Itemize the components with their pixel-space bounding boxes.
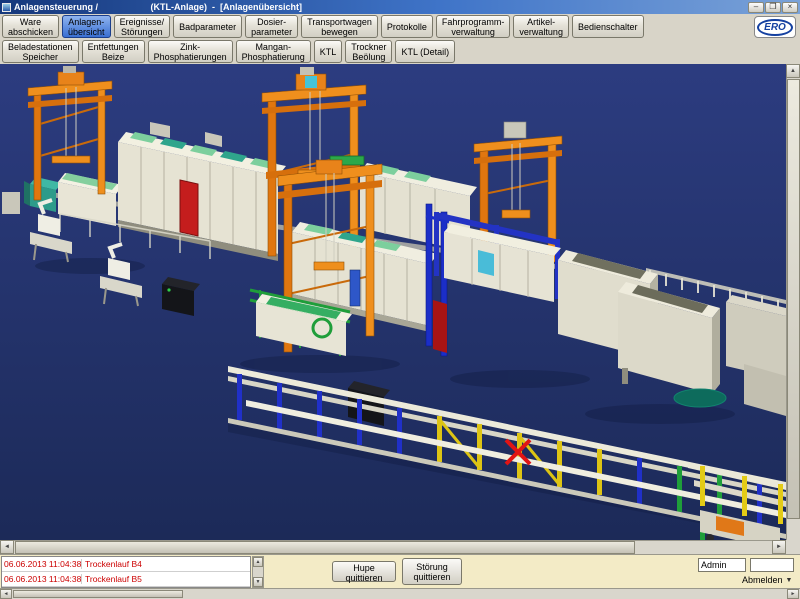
button-bedienschalter[interactable]: Bedienschalter (572, 15, 644, 38)
alarm-scroll-up-icon[interactable]: ▲ (253, 557, 263, 567)
window-scroll-left-icon[interactable]: ◄ (0, 589, 12, 599)
scrollbar-corner (786, 540, 800, 554)
logout-label: Abmelden (742, 575, 783, 585)
scene-horizontal-scrollbar[interactable]: ◄ ► (0, 540, 786, 554)
button-ware-abschicken[interactable]: Ware abschicken (2, 15, 59, 38)
alarm-list-scrollbar[interactable]: ▲ ▼ (252, 556, 264, 588)
button-zink-phosphatierungen[interactable]: Zink- Phosphatierungen (148, 40, 233, 63)
alarm-text: Trockenlauf B5 (82, 574, 142, 584)
toolbar-row-1: Ware abschicken Anlagen- übersicht Ereig… (0, 14, 800, 39)
maximize-button[interactable]: ❐ (765, 2, 781, 13)
button-ktl-detail[interactable]: KTL (Detail) (395, 40, 455, 63)
app-icon (2, 3, 11, 12)
scene-vertical-scrollbar[interactable]: ▲ ▼ (786, 64, 800, 554)
button-beladestationen-speicher[interactable]: Beladestationen Speicher (2, 40, 79, 63)
vertical-scroll-thumb[interactable] (787, 79, 800, 519)
acknowledge-fault-button[interactable]: Störung quittieren (402, 558, 462, 585)
titlebar: Anlagensteuerung / (KTL-Anlage) - [Anlag… (0, 0, 800, 14)
chevron-down-icon: ▼ (786, 577, 793, 584)
password-field[interactable] (750, 558, 794, 572)
app-window: Anlagensteuerung / (KTL-Anlage) - [Anlag… (0, 0, 800, 599)
alarm-timestamp: 06.06.2013 11:04:38 (2, 574, 82, 584)
teal-basin (674, 389, 726, 407)
window-title: Anlagensteuerung / (KTL-Anlage) - [Anlag… (14, 2, 302, 12)
close-button[interactable]: × (782, 2, 798, 13)
button-anlagenuebersicht[interactable]: Anlagen- übersicht (62, 15, 111, 38)
minimize-button[interactable]: – (748, 2, 764, 13)
alarm-row[interactable]: 06.06.2013 11:04:38 Trockenlauf B4 (2, 557, 250, 572)
user-field[interactable] (698, 558, 746, 572)
window-scroll-right-icon[interactable]: ► (787, 589, 799, 599)
window-horizontal-scrollbar[interactable]: ◄ ► (0, 588, 800, 599)
acknowledge-horn-button[interactable]: Hupe quittieren (332, 561, 396, 582)
ero-logo: ERO (754, 16, 796, 38)
scroll-right-icon[interactable]: ► (772, 540, 786, 554)
button-dosierparameter[interactable]: Dosier- parameter (245, 15, 298, 38)
button-trockner-beoelung[interactable]: Trockner Beölung (345, 40, 392, 63)
button-badparameter[interactable]: Badparameter (173, 15, 242, 38)
button-ktl[interactable]: KTL (314, 40, 343, 63)
button-ereignisse-stoerungen[interactable]: Ereignisse/ Störungen (114, 15, 171, 38)
button-protokolle[interactable]: Protokolle (381, 15, 433, 38)
alarm-message-list: 06.06.2013 11:04:38 Trockenlauf B4 06.06… (1, 556, 251, 588)
alarm-row[interactable]: 06.06.2013 11:04:38 Trockenlauf B5 (2, 572, 250, 587)
toolbar-row-2: Beladestationen Speicher Entfettungen Be… (0, 39, 800, 64)
button-fahrprogrammverwaltung[interactable]: Fahrprogramm- verwaltung (436, 15, 511, 38)
window-scroll-thumb[interactable] (13, 590, 183, 598)
button-transportwagen-bewegen[interactable]: Transportwagen bewegen (301, 15, 378, 38)
scroll-up-icon[interactable]: ▲ (786, 64, 800, 78)
alarm-text: Trockenlauf B4 (82, 559, 142, 569)
ero-logo-text: ERO (757, 19, 793, 36)
button-mangan-phosphatierung[interactable]: Mangan- Phosphatierung (236, 40, 311, 63)
alarm-scroll-down-icon[interactable]: ▼ (253, 577, 263, 587)
plant-3d-view (0, 64, 786, 540)
scroll-left-icon[interactable]: ◄ (0, 540, 14, 554)
button-artikelverwaltung[interactable]: Artikel- verwaltung (513, 15, 569, 38)
horizontal-scroll-thumb[interactable] (15, 541, 635, 554)
alarm-timestamp: 06.06.2013 11:04:38 (2, 559, 82, 569)
plant-3d-viewport[interactable] (0, 64, 786, 540)
status-panel: 06.06.2013 11:04:38 Trockenlauf B4 06.06… (0, 554, 800, 588)
logout-dropdown[interactable]: Abmelden ▼ (742, 575, 792, 585)
button-entfettungen-beize[interactable]: Entfettungen Beize (82, 40, 145, 63)
